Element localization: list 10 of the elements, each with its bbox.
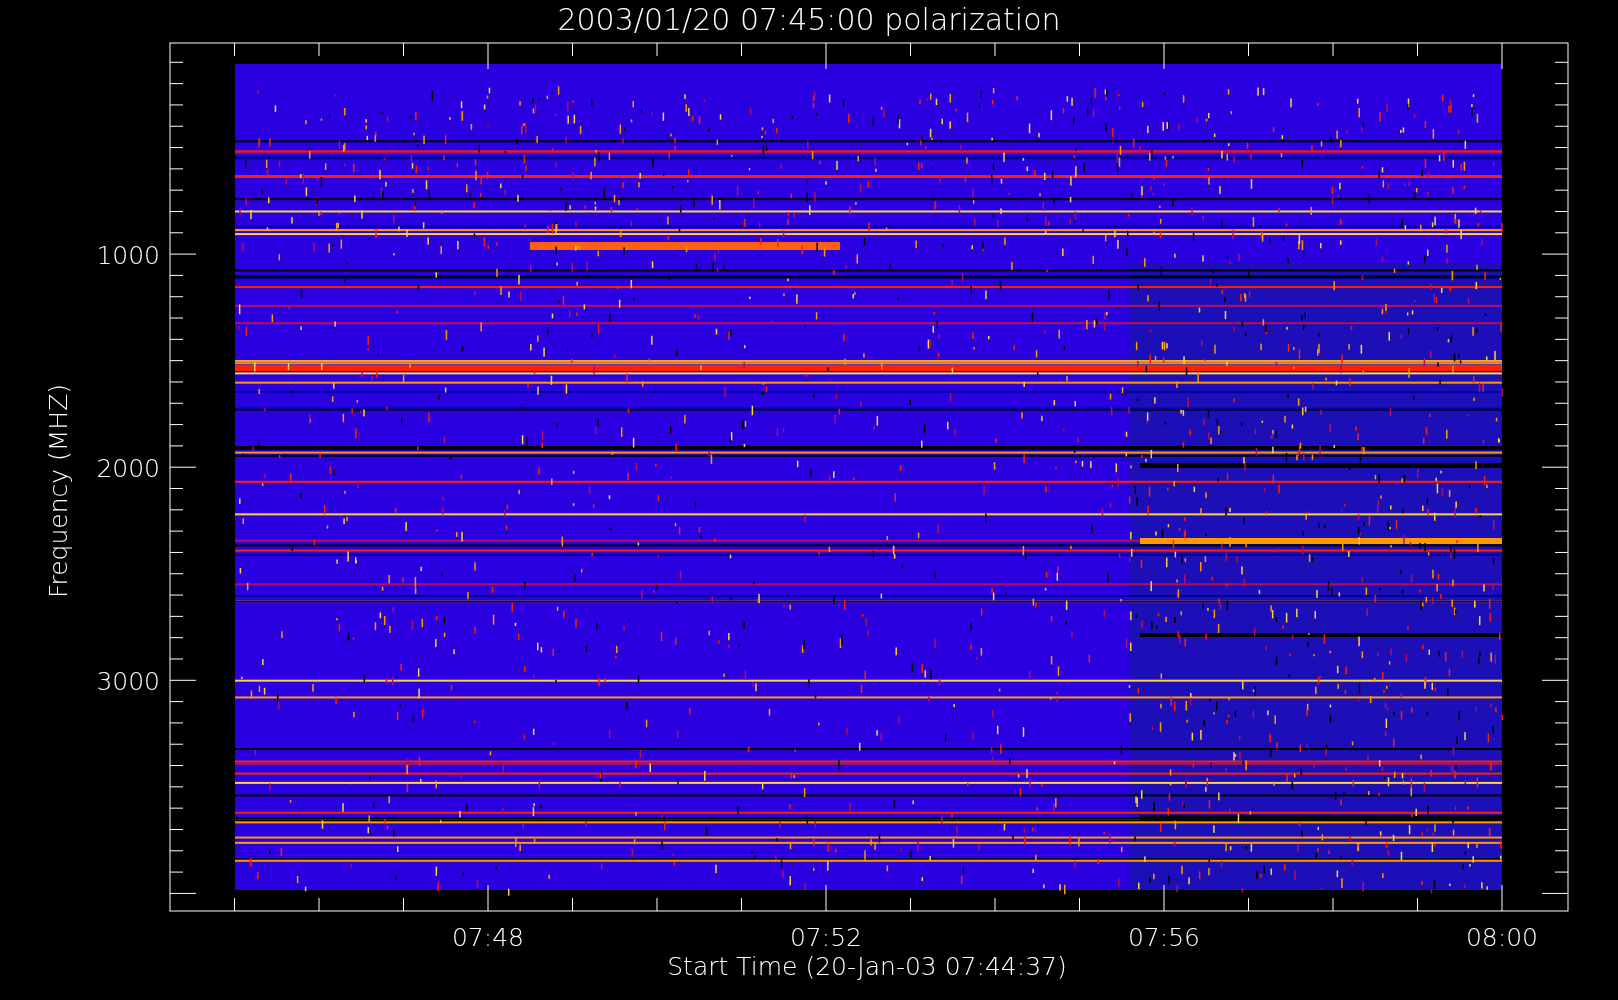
y-tick-label: 3000 — [96, 667, 160, 697]
y-tick-label: 1000 — [96, 241, 160, 271]
x-tick-label: 07:56 — [1128, 923, 1200, 952]
x-tick-label: 07:48 — [452, 923, 524, 952]
x-tick-label: 07:52 — [790, 923, 862, 952]
y-tick-label: 2000 — [96, 454, 160, 484]
x-axis-label: Start Time (20-Jan-03 07:44:37) — [667, 952, 1067, 981]
y-axis-label: Frequency (MHZ) — [44, 383, 73, 599]
chart-title: 2003/01/20 07:45:00 polarization — [557, 2, 1061, 37]
x-tick-label: 08:00 — [1466, 923, 1538, 952]
